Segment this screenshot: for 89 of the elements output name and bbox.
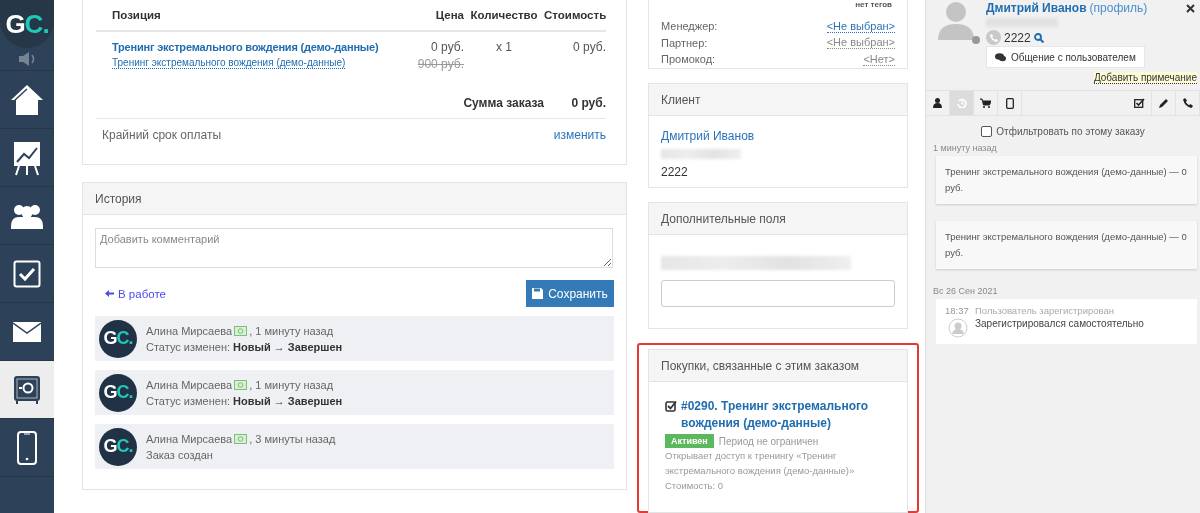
- floppy-icon: [532, 288, 544, 299]
- change-link[interactable]: изменить: [553, 128, 606, 142]
- banknote-icon: [234, 379, 248, 390]
- cart-icon: [980, 98, 991, 108]
- entry-time: , 1 минуту назад: [249, 378, 334, 391]
- log-time: 18:37: [945, 305, 970, 316]
- phone-icon: [1182, 98, 1193, 108]
- history-icon: [956, 98, 967, 108]
- purchase-link[interactable]: #0290. Тренинг экстремального вождения (демо-данные): [681, 398, 891, 432]
- product-sublink[interactable]: Тренинг экстремального вождения (демо-данные): [112, 57, 346, 69]
- close-icon[interactable]: [1186, 4, 1195, 13]
- total-value: 0 руб.: [570, 96, 606, 110]
- checkbox[interactable]: [981, 126, 993, 137]
- speaker-icon[interactable]: [17, 52, 37, 66]
- tablet-icon: [1005, 97, 1014, 109]
- quantity: x 1: [495, 40, 513, 54]
- tags-value: нет тегов: [855, 0, 892, 9]
- logo: GC.: [5, 8, 49, 40]
- banknote-icon: [234, 325, 248, 336]
- checked-square-icon: [665, 400, 677, 412]
- pencil-icon: [1158, 98, 1169, 108]
- log-title: Пользователь зарегистрирован: [975, 305, 1115, 316]
- cost: 0 руб.: [572, 40, 606, 54]
- filter-label: Отфильтровать по этому заказу: [996, 126, 1145, 137]
- user-name-link[interactable]: Дмитрий Иванов: [986, 1, 1087, 15]
- client-name-link[interactable]: Дмитрий Иванов: [661, 129, 895, 143]
- search-icon[interactable]: [1033, 32, 1044, 43]
- entry-time: , 1 минуту назад: [249, 324, 334, 337]
- column-header: Позиция: [111, 9, 162, 21]
- profile-link[interactable]: (профиль): [1089, 1, 1148, 15]
- author-name: Алина Мирсаева: [146, 432, 233, 445]
- old-price: 900 руб.: [417, 57, 464, 71]
- product-link[interactable]: Тренинг экстремального вождения (демо-данные): [112, 41, 379, 53]
- banknote-icon: [234, 433, 248, 444]
- comment-field[interactable]: Добавить комментарий: [95, 228, 613, 268]
- user-phone: 2222: [1004, 30, 1031, 45]
- entry-text: Статус изменен: Новый → Завершен: [146, 394, 343, 407]
- avatar-logo: GC.: [103, 436, 133, 457]
- status-dot: [972, 36, 980, 44]
- card-title: Клиент: [661, 92, 701, 107]
- checkbox-icon[interactable]: [13, 259, 41, 288]
- total-label: Сумма заказа: [462, 96, 544, 110]
- card-title: Дополнительные поля: [661, 211, 786, 226]
- timeline-date: 1 минуту назад: [933, 143, 998, 153]
- entry-text: Заказ создан: [146, 448, 214, 461]
- entry-time: , 3 минуты назад: [249, 432, 336, 445]
- save-button[interactable]: Сохранить: [526, 280, 614, 307]
- status-link[interactable]: В работе: [105, 287, 166, 300]
- chat-button[interactable]: Общение с пользователем: [986, 46, 1145, 68]
- card-title: История: [95, 191, 142, 206]
- price: 0 руб.: [431, 40, 464, 54]
- user-circle-icon: [948, 318, 968, 338]
- comments-icon: [995, 52, 1006, 62]
- author-name: Алина Мирсаева: [146, 324, 233, 337]
- note-link[interactable]: Добавить примечание: [1093, 72, 1197, 84]
- logo-badge[interactable]: GC.: [0, 0, 54, 48]
- purchase-description: Открывает доступ к тренингу «Тренинг экстремального вождения (демо-данные)»: [665, 449, 856, 478]
- field-label: Менеджер:: [661, 20, 718, 33]
- timeline-card: Тренинг экстремального вождения (демо-данные) — 0 руб.: [936, 156, 1197, 204]
- card-title: Покупки, связанные с этим заказом: [661, 358, 860, 373]
- log-text: Зарегистрировался самостоятельно: [975, 318, 1145, 331]
- avatar-logo: GC.: [103, 328, 133, 349]
- field-label: Промокод:: [661, 53, 716, 66]
- period-text: Период не ограничен: [718, 435, 819, 447]
- checked-square-icon: [1134, 98, 1145, 108]
- field-value-link[interactable]: <Нет>: [863, 52, 895, 66]
- client-phone: 2222: [661, 165, 689, 179]
- text-field[interactable]: [661, 280, 895, 307]
- timeline-date: Вс 26 Сен 2021: [933, 286, 999, 296]
- safe-icon[interactable]: [13, 374, 41, 405]
- envelope-icon[interactable]: [13, 321, 41, 342]
- smartphone-icon[interactable]: [17, 430, 37, 465]
- user-icon: [933, 98, 942, 108]
- purchase-cost: Стоимость: 0: [665, 479, 725, 493]
- chart-board-icon[interactable]: [12, 139, 42, 176]
- user-silhouette-icon: [936, 0, 976, 40]
- field-label: Партнер:: [661, 36, 708, 49]
- author-name: Алина Мирсаева: [146, 378, 233, 391]
- column-header: Стоимость: [544, 9, 606, 21]
- avatar-logo: GC.: [103, 382, 133, 403]
- deadline-label: Крайний срок оплаты: [102, 128, 222, 142]
- entry-text: Статус изменен: Новый → Завершен: [146, 340, 343, 353]
- status-badge: Активен: [665, 434, 714, 448]
- column-header: Цена: [434, 9, 464, 21]
- field-value-link[interactable]: <Не выбран>: [826, 19, 895, 33]
- arrow-left-icon: [105, 290, 114, 297]
- field-value-link[interactable]: <Не выбран>: [826, 36, 895, 50]
- column-header: Количество: [469, 9, 539, 21]
- timeline-card: Тренинг экстремального вождения (демо-данные) — 0 руб.: [936, 221, 1197, 269]
